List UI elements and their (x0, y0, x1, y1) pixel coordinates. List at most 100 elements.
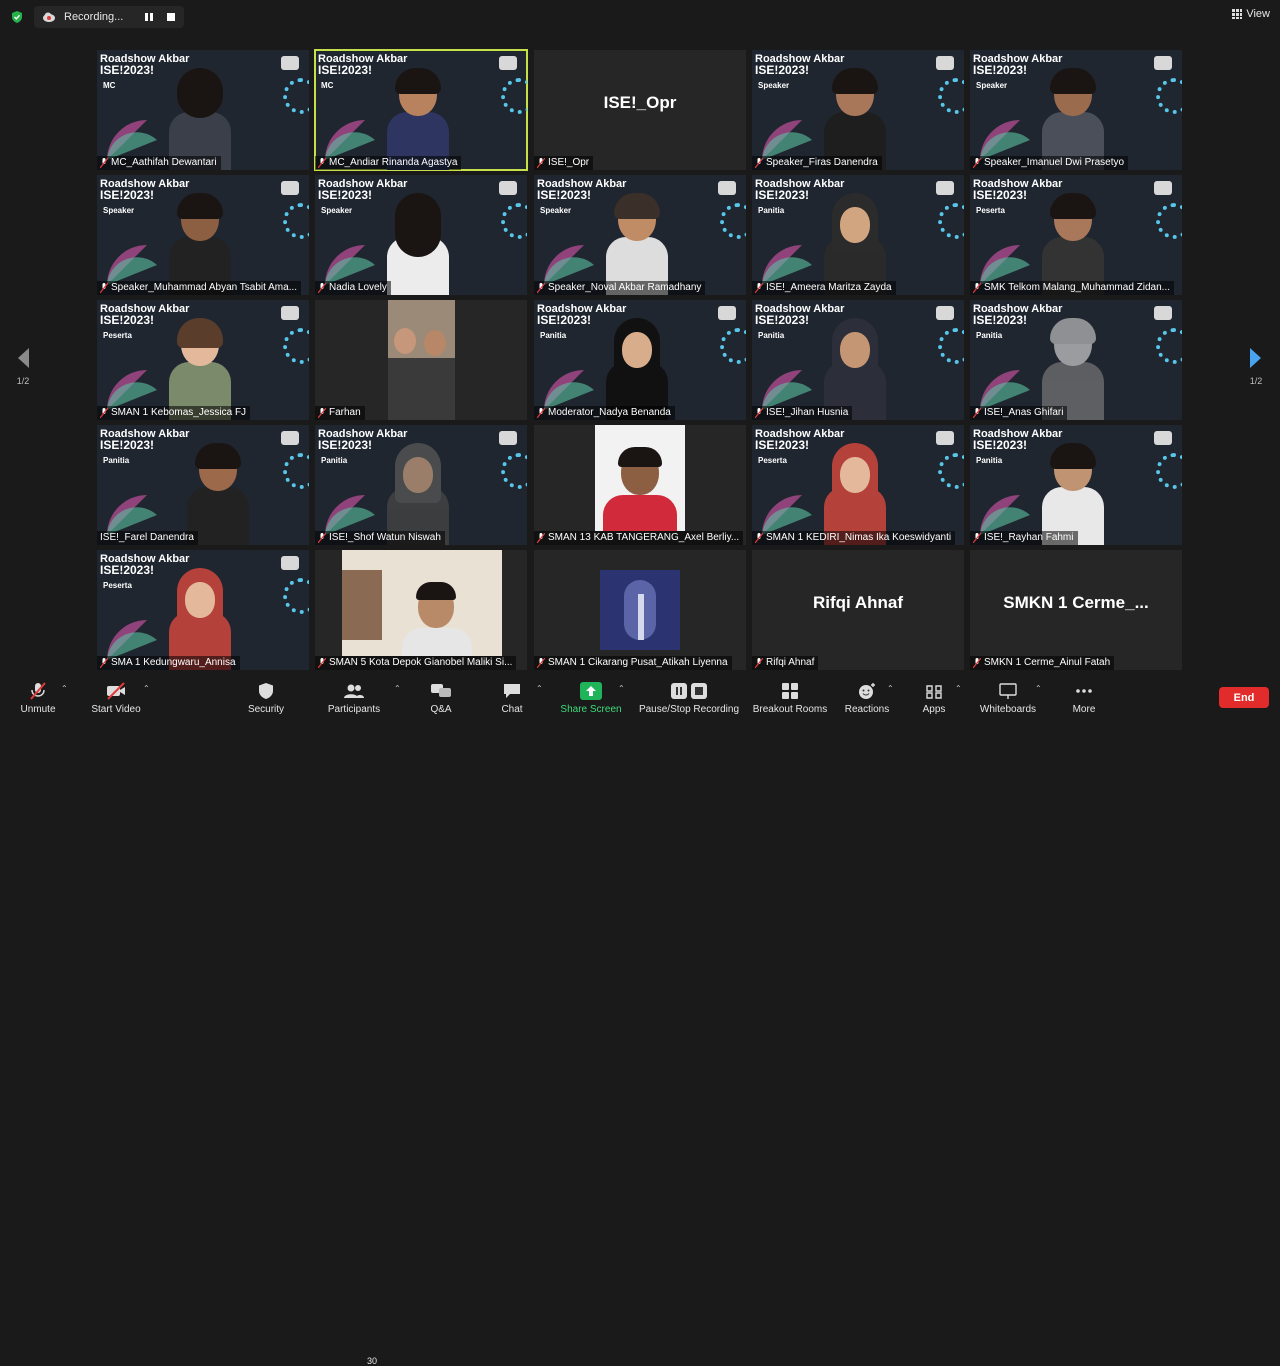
video-tile[interactable]: ISE!_Opr ISE!_Opr (534, 50, 746, 170)
video-tile[interactable]: Roadshow Akbar ISE!2023! Panitia Moderato… (534, 300, 746, 420)
reactions-caret-icon[interactable]: ⌃ (887, 684, 894, 693)
video-tile[interactable]: Roadshow Akbar ISE!2023! MC MC_Aathifah D… (97, 50, 309, 170)
qa-button[interactable]: Q&A (421, 676, 461, 718)
video-tile[interactable]: Roadshow Akbar ISE!2023! Panitia ISE!_Ray… (970, 425, 1182, 545)
mic-off-icon (973, 408, 981, 418)
role-badge: Speaker (321, 206, 353, 215)
start-video-label: Start Video (91, 704, 141, 715)
event-logo-icon (281, 181, 299, 195)
participant-name: Speaker_Imanuel Dwi Prasetyo (984, 157, 1125, 168)
mic-muted-icon (30, 682, 46, 700)
mic-off-icon (100, 283, 108, 293)
participant-name-label: SMAN 1 KEDIRI_Nimas Ika Koeswidyanti (752, 531, 956, 545)
video-tile[interactable]: Roadshow Akbar ISE!2023! Peserta SMK Telk… (970, 175, 1182, 295)
decor-burst-icon (283, 578, 309, 614)
video-tile[interactable]: Roadshow Akbar ISE!2023! Speaker Speaker_… (97, 175, 309, 295)
participants-caret-icon[interactable]: ⌃ (394, 684, 401, 693)
video-tile[interactable]: SMAN 13 KAB TANGERANG_Axel Berliy... (534, 425, 746, 545)
share-screen-button[interactable]: Share Screen (559, 676, 623, 718)
participants-count: 30 (367, 1356, 378, 1366)
qa-bubbles-icon (431, 684, 451, 697)
whiteboards-caret-icon[interactable]: ⌃ (1035, 684, 1042, 693)
chat-caret-icon[interactable]: ⌃ (536, 684, 543, 693)
participant-name: Moderator_Nadya Benanda (548, 407, 671, 418)
event-banner-line2: ISE!2023! (537, 188, 592, 202)
video-tile[interactable]: Roadshow Akbar ISE!2023! Panitia ISE!_Ana… (970, 300, 1182, 420)
video-tile[interactable]: Roadshow Akbar ISE!2023! Speaker Speaker_… (752, 50, 964, 170)
chat-button[interactable]: Chat (492, 676, 532, 718)
video-off-icon (107, 682, 125, 700)
decor-fan-icon (980, 245, 1030, 285)
share-screen-caret-icon[interactable]: ⌃ (618, 684, 625, 693)
participant-name-label: ISE!_Rayhan Fahmi (970, 531, 1078, 545)
event-banner-line2: ISE!2023! (973, 313, 1028, 327)
mic-off-icon (537, 658, 545, 668)
video-tile[interactable]: Roadshow Akbar ISE!2023! Peserta SMAN 1 K… (97, 300, 309, 420)
role-badge: MC (103, 81, 116, 90)
unmute-label: Unmute (20, 704, 56, 715)
previous-page-button[interactable]: 1/2 (8, 346, 38, 386)
event-logo-icon (1154, 56, 1172, 70)
video-tile[interactable]: SMAN 1 Cikarang Pusat_Atikah Liyenna (534, 550, 746, 670)
video-tile[interactable]: Rifqi Ahnaf Rifqi Ahnaf (752, 550, 964, 670)
video-options-caret-icon[interactable]: ⌃ (143, 684, 150, 693)
apps-caret-icon[interactable]: ⌃ (955, 684, 962, 693)
end-meeting-button[interactable]: End (1219, 687, 1269, 708)
breakout-rooms-icon (782, 683, 798, 699)
participant-name-label: SMA 1 Kedungwaru_Annisa (97, 656, 240, 670)
event-banner-line2: ISE!2023! (100, 188, 155, 202)
participants-button[interactable]: Participants (322, 676, 386, 718)
participant-name: MC_Aathifah Dewantari (111, 157, 217, 168)
security-button[interactable]: Security (243, 676, 289, 718)
security-label: Security (247, 704, 285, 715)
whiteboards-button[interactable]: Whiteboards (976, 676, 1040, 718)
event-logo-icon (1154, 306, 1172, 320)
video-tile[interactable]: SMKN 1 Cerme_... SMKN 1 Cerme_Ainul Fata… (970, 550, 1182, 670)
video-tile[interactable]: Roadshow Akbar ISE!2023! Speaker Speaker_… (534, 175, 746, 295)
event-banner-line2: ISE!2023! (100, 63, 155, 77)
more-button[interactable]: More (1064, 676, 1104, 718)
participant-display-name: Rifqi Ahnaf (812, 593, 904, 612)
stop-recording-button[interactable] (162, 8, 180, 26)
view-button[interactable]: View (1232, 8, 1270, 20)
decor-fan-icon (980, 120, 1030, 160)
decor-fan-icon (325, 245, 375, 285)
mic-off-icon (100, 658, 108, 668)
video-tile[interactable]: Farhan (315, 300, 527, 420)
participant-name-label: SMAN 1 Cikarang Pusat_Atikah Liyenna (534, 656, 732, 670)
video-tile[interactable]: Roadshow Akbar ISE!2023! Speaker Speaker_… (970, 50, 1182, 170)
start-video-button[interactable]: Start Video (86, 676, 146, 718)
pause-recording-button[interactable] (140, 8, 158, 26)
video-tile[interactable]: SMAN 5 Kota Depok Gianobel Maliki Si... (315, 550, 527, 670)
decor-fan-icon (107, 245, 157, 285)
event-banner-line2: ISE!2023! (973, 438, 1028, 452)
security-shield-icon[interactable] (10, 10, 24, 24)
video-tile[interactable]: Roadshow Akbar ISE!2023! Peserta SMAN 1 K… (752, 425, 964, 545)
breakout-rooms-button[interactable]: Breakout Rooms (751, 676, 829, 718)
video-tile[interactable]: Roadshow Akbar ISE!2023! Panitia ISE!_Far… (97, 425, 309, 545)
decor-fan-icon (762, 370, 812, 410)
video-tile[interactable]: Roadshow Akbar ISE!2023! Panitia ISE!_Sho… (315, 425, 527, 545)
video-tile[interactable]: Roadshow Akbar ISE!2023! Peserta SMA 1 Ke… (97, 550, 309, 670)
participant-profile-picture (600, 570, 680, 650)
video-tile[interactable]: Roadshow Akbar ISE!2023! Panitia ISE!_Ame… (752, 175, 964, 295)
participant-name: Farhan (329, 407, 361, 418)
video-tile-active-speaker[interactable]: Roadshow Akbar ISE!2023! MC MC_Andiar Rin… (314, 49, 528, 171)
unmute-button[interactable]: Unmute (14, 676, 62, 718)
event-logo-icon (1154, 431, 1172, 445)
event-logo-icon (281, 56, 299, 70)
decor-fan-icon (107, 495, 157, 535)
pause-stop-recording-button[interactable]: Pause/Stop Recording (638, 676, 740, 718)
decor-burst-icon (1156, 453, 1182, 489)
video-tile[interactable]: Roadshow Akbar ISE!2023! Speaker Nadia Lo… (315, 175, 527, 295)
mic-off-icon (318, 283, 326, 293)
event-banner-line2: ISE!2023! (755, 63, 810, 77)
video-tile[interactable]: Roadshow Akbar ISE!2023! Panitia ISE!_Jih… (752, 300, 964, 420)
chevron-left-icon (18, 348, 29, 368)
apps-button[interactable]: Apps (914, 676, 954, 718)
reactions-button[interactable]: Reactions (843, 676, 891, 718)
next-page-button[interactable]: 1/2 (1241, 346, 1271, 386)
participant-name: ISE!_Shof Watun Niswah (329, 532, 441, 543)
event-banner-line2: ISE!2023! (100, 563, 155, 577)
audio-options-caret-icon[interactable]: ⌃ (61, 684, 68, 693)
